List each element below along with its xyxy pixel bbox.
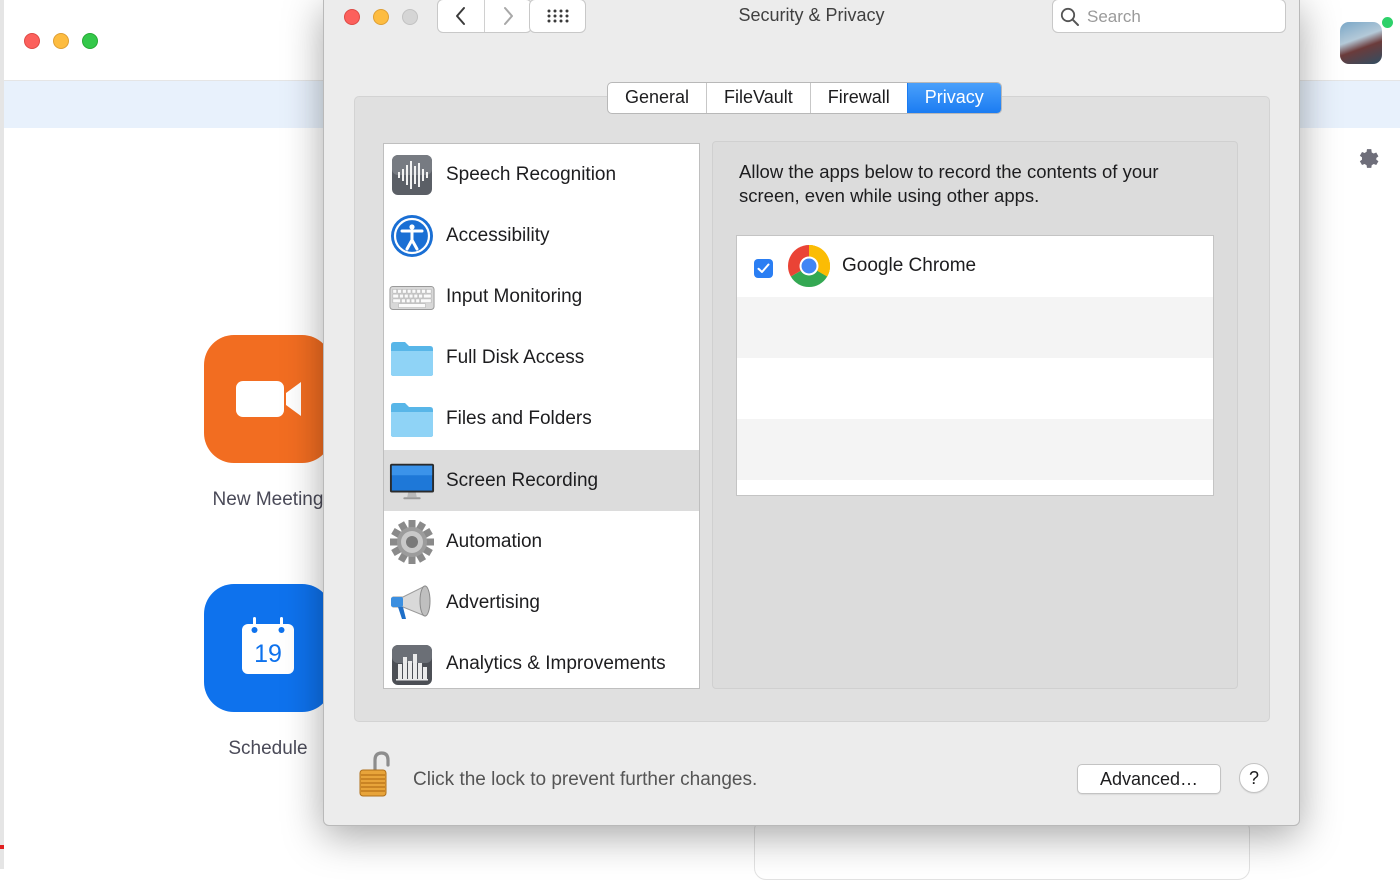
- security-privacy-window: Security & Privacy General FileVault Fir…: [323, 0, 1300, 826]
- display-icon: [389, 458, 435, 504]
- app-checkbox[interactable]: [754, 259, 773, 278]
- keyboard-icon: [389, 274, 435, 320]
- waveform-icon: [389, 152, 435, 198]
- window-toolbar: Security & Privacy: [324, 0, 1299, 37]
- megaphone-icon: [389, 580, 435, 626]
- zoom-window-controls: [24, 33, 98, 49]
- zoom-minimize-button[interactable]: [53, 33, 69, 49]
- lock-status-text: Click the lock to prevent further change…: [413, 769, 758, 790]
- bar-chart-icon: [389, 642, 435, 688]
- description-text: Allow the apps below to record the conte…: [739, 161, 1159, 206]
- category-advertising[interactable]: Advertising: [384, 572, 699, 633]
- category-screen-recording[interactable]: Screen Recording: [384, 449, 699, 512]
- category-speech-recognition[interactable]: Speech Recognition: [384, 144, 699, 205]
- category-label: Full Disk Access: [446, 347, 585, 369]
- category-label: Advertising: [446, 591, 540, 613]
- online-status-icon: [1380, 15, 1395, 30]
- advanced-button[interactable]: Advanced…: [1077, 764, 1221, 794]
- zoom-close-button[interactable]: [24, 33, 40, 49]
- tab-general[interactable]: General: [608, 83, 706, 113]
- empty-row: [737, 358, 1213, 419]
- zoom-bottom-panel: [754, 818, 1250, 880]
- new-meeting-label: New Meeting: [212, 489, 324, 510]
- tab-bar: General FileVault Firewall Privacy: [607, 82, 1002, 114]
- help-button[interactable]: ?: [1239, 763, 1269, 793]
- category-label: Files and Folders: [446, 408, 592, 430]
- accessibility-icon: [389, 213, 435, 259]
- category-label: Analytics & Improvements: [446, 653, 666, 675]
- checkmark-icon: [757, 263, 770, 273]
- settings-gear-icon[interactable]: [1356, 146, 1380, 170]
- app-row-google-chrome[interactable]: Google Chrome: [737, 236, 1213, 297]
- category-automation[interactable]: Automation: [384, 511, 699, 572]
- category-label: Speech Recognition: [446, 163, 617, 185]
- category-label: Input Monitoring: [446, 285, 583, 307]
- tab-firewall[interactable]: Firewall: [809, 83, 907, 113]
- category-analytics[interactable]: Analytics & Improvements: [384, 634, 699, 695]
- category-full-disk-access[interactable]: Full Disk Access: [384, 328, 699, 389]
- calendar-icon: 19: [242, 617, 294, 674]
- screen-recording-detail: Allow the apps below to record the conte…: [712, 141, 1238, 689]
- tab-privacy[interactable]: Privacy: [906, 83, 1001, 113]
- category-label: Screen Recording: [446, 469, 599, 491]
- calendar-day: 19: [254, 640, 282, 668]
- schedule-label: Schedule: [228, 738, 308, 759]
- search-input[interactable]: [1085, 3, 1279, 31]
- gear-icon: [389, 519, 435, 565]
- category-accessibility[interactable]: Accessibility: [384, 205, 699, 266]
- folder-icon: [389, 397, 435, 443]
- empty-row: [737, 297, 1213, 358]
- chrome-icon: [787, 245, 831, 288]
- app-name: Google Chrome: [842, 255, 977, 276]
- folder-icon: [389, 336, 435, 382]
- search-icon: [1060, 7, 1079, 26]
- empty-row: [737, 419, 1213, 480]
- avatar[interactable]: [1340, 22, 1382, 64]
- category-label: Accessibility: [446, 224, 550, 246]
- video-camera-icon: [236, 381, 301, 417]
- privacy-category-list: Speech Recognition Accessibility Input M…: [383, 143, 700, 689]
- tab-filevault[interactable]: FileVault: [706, 83, 810, 113]
- lock-icon[interactable]: [358, 751, 390, 797]
- category-files-and-folders[interactable]: Files and Folders: [384, 389, 699, 450]
- category-label: Automation: [446, 530, 543, 552]
- app-list: Google Chrome: [736, 235, 1214, 496]
- search-field[interactable]: [1052, 0, 1286, 33]
- schedule-button[interactable]: 19: [204, 584, 332, 712]
- zoom-zoom-button[interactable]: [82, 33, 98, 49]
- category-input-monitoring[interactable]: Input Monitoring: [384, 266, 699, 327]
- new-meeting-button[interactable]: [204, 335, 332, 463]
